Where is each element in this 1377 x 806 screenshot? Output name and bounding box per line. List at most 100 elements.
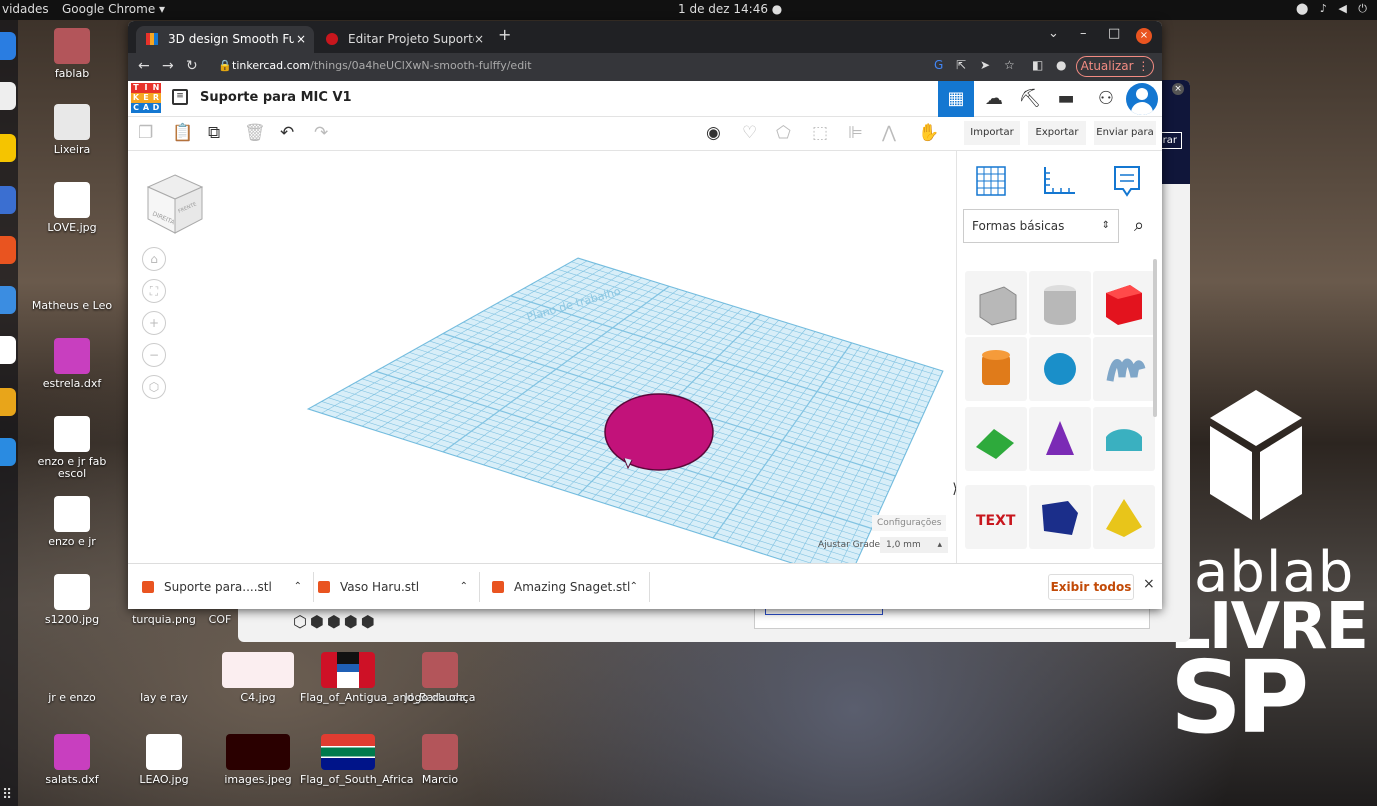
desktop-icon[interactable]: enzo e jr fab escol: [24, 416, 120, 480]
download-item[interactable]: Amazing Snaget.stl ⌃: [478, 564, 650, 609]
back-icon[interactable]: ←: [138, 58, 150, 74]
panel-scrollbar[interactable]: [1153, 259, 1157, 417]
profile-icon[interactable]: ●: [1056, 58, 1066, 72]
dock-app-icon[interactable]: [0, 186, 16, 214]
import-button[interactable]: Importar: [964, 121, 1020, 145]
shape-tile[interactable]: [1093, 271, 1155, 335]
url-field[interactable]: tinkercad.com/things/0a4heUClXwN-smooth-…: [232, 59, 532, 72]
desktop-icon[interactable]: Flag_of_Antigua_and_Barbuda: [300, 652, 465, 704]
delete-icon[interactable]: 🗑: [244, 123, 266, 143]
ungroup-icon[interactable]: ⬚: [812, 123, 828, 143]
bricks-pick-icon[interactable]: ⛏: [1012, 81, 1048, 117]
minimize-button[interactable]: –: [1080, 26, 1087, 41]
desktop-icon[interactable]: LOVE.jpg: [24, 182, 120, 234]
new-tab-button[interactable]: +: [498, 25, 511, 44]
send-to-button[interactable]: Enviar para: [1094, 121, 1156, 145]
shape-tile[interactable]: [1029, 337, 1091, 401]
download-item[interactable]: Vaso Haru.stl ⌃: [304, 564, 480, 609]
3d-object[interactable]: [604, 393, 714, 471]
desktop-icon[interactable]: images.jpeg: [210, 734, 306, 786]
shape-tile[interactable]: [1029, 271, 1091, 335]
zoom-out-icon[interactable]: −: [142, 343, 166, 367]
duplicate-icon[interactable]: ⧉: [208, 123, 220, 143]
desktop-icon[interactable]: Jogo da onça: [392, 652, 488, 704]
dock-app-icon[interactable]: [0, 388, 16, 416]
collapse-panel-icon[interactable]: ⟩: [948, 469, 956, 509]
show-all-downloads-button[interactable]: Exibir todos: [1048, 574, 1134, 600]
desktop-icon[interactable]: salats.dxf: [24, 734, 120, 786]
shape-tile[interactable]: TEXT: [965, 485, 1027, 549]
desktop-icon[interactable]: enzo e jr: [24, 496, 120, 548]
ruler-icon[interactable]: [1039, 163, 1079, 199]
side-panel-icon[interactable]: ◧: [1032, 58, 1043, 72]
3d-view-icon[interactable]: ▦: [938, 81, 974, 117]
show-apps-icon[interactable]: ⠿: [2, 787, 12, 803]
zoom-in-icon[interactable]: +: [142, 311, 166, 335]
ortho-view-icon[interactable]: ⬡: [142, 375, 166, 399]
dock-app-icon[interactable]: [0, 336, 16, 364]
clock[interactable]: 1 de dez 14:46 ●: [678, 2, 782, 16]
mirror-icon[interactable]: ⋀: [882, 123, 896, 143]
cruise-icon[interactable]: ✋: [918, 123, 939, 143]
undo-icon[interactable]: ↶: [280, 123, 294, 143]
settings-button[interactable]: Configurações: [872, 515, 947, 531]
share-icon[interactable]: ➤: [980, 58, 990, 72]
dock-app-icon[interactable]: [0, 236, 16, 264]
workplane-icon[interactable]: [971, 163, 1011, 199]
view-mode-icons[interactable]: ⬡⬢⬢⬢⬢: [293, 612, 378, 631]
desktop-icon[interactable]: C4.jpg: [210, 652, 306, 704]
chevron-up-icon[interactable]: ⌃: [630, 564, 638, 609]
shape-tile[interactable]: [965, 407, 1027, 471]
desktop-icon[interactable]: LEAO.jpg: [116, 734, 212, 786]
dock-app-icon[interactable]: [0, 438, 16, 466]
redo-icon[interactable]: ↷: [314, 123, 328, 143]
activities-button[interactable]: vidades: [2, 2, 49, 16]
close-downloads-icon[interactable]: ×: [1143, 576, 1155, 592]
light-bulb-icon[interactable]: ♡: [742, 123, 757, 143]
desktop-icon[interactable]: lay e ray: [116, 652, 212, 704]
app-menu[interactable]: Google Chrome ▾: [62, 2, 165, 16]
shape-tile[interactable]: [965, 271, 1027, 335]
add-user-icon[interactable]: ⚇: [1088, 81, 1124, 117]
google-icon[interactable]: G: [934, 58, 943, 72]
desktop-icon[interactable]: Lixeira: [24, 104, 120, 156]
workplane-viewport[interactable]: Plano de trabalho DIREITA FRENTE ⌂ ⛶ + −…: [128, 151, 956, 563]
tab-tinkercad[interactable]: 3D design Smooth Fulffy | ×: [136, 26, 314, 53]
tab-editar-projeto[interactable]: Editar Projeto Suporte pa ×: [316, 26, 492, 53]
blocks-icon[interactable]: ☁: [976, 81, 1012, 117]
desktop-icon[interactable]: estrela.dxf: [24, 338, 120, 390]
tab-close-icon[interactable]: ×: [474, 26, 484, 52]
maximize-button[interactable]: □: [1108, 26, 1120, 41]
viewcube[interactable]: DIREITA FRENTE: [146, 173, 204, 235]
workplane-grid[interactable]: Plano de trabalho: [128, 151, 956, 563]
dock-app-icon[interactable]: [0, 32, 16, 60]
lego-brick-icon[interactable]: ▬: [1048, 81, 1084, 117]
design-list-icon[interactable]: ≡: [172, 89, 188, 105]
shape-tile[interactable]: [1093, 337, 1155, 401]
desktop-icon[interactable]: s1200.jpg: [24, 574, 120, 626]
search-icon[interactable]: ⌕: [1123, 209, 1155, 243]
reload-icon[interactable]: ↻: [186, 58, 198, 74]
desktop-icon[interactable]: Marcio: [392, 734, 488, 786]
shape-tile[interactable]: [1029, 485, 1091, 549]
shape-tile[interactable]: [1093, 407, 1155, 471]
desktop-icon[interactable]: Matheus e Leo: [24, 260, 120, 312]
install-icon[interactable]: ⇱: [956, 58, 966, 72]
download-item[interactable]: Suporte para....stl ⌃: [128, 564, 314, 609]
export-button[interactable]: Exportar: [1028, 121, 1086, 145]
group-icon[interactable]: ⬠: [776, 123, 791, 143]
desktop-icon[interactable]: Flag_of_South_Africa: [300, 734, 414, 786]
dock-app-icon[interactable]: [0, 134, 16, 162]
design-title[interactable]: Suporte para MIC V1: [200, 90, 352, 105]
paste-icon[interactable]: 📋: [172, 123, 193, 143]
update-button[interactable]: Atualizar ⋮: [1076, 56, 1154, 77]
shape-tile[interactable]: [965, 337, 1027, 401]
close-icon[interactable]: ×: [1172, 83, 1184, 95]
system-tray-icons[interactable]: ⬤ ♪ ◀ ⏻: [1296, 2, 1371, 16]
lock-icon[interactable]: 🔒: [218, 59, 232, 72]
dock-app-icon[interactable]: [0, 286, 16, 314]
avatar[interactable]: [1126, 83, 1158, 115]
copy-icon[interactable]: ❐: [138, 123, 153, 143]
close-window-button[interactable]: ×: [1136, 28, 1152, 44]
forward-icon[interactable]: →: [162, 58, 174, 74]
